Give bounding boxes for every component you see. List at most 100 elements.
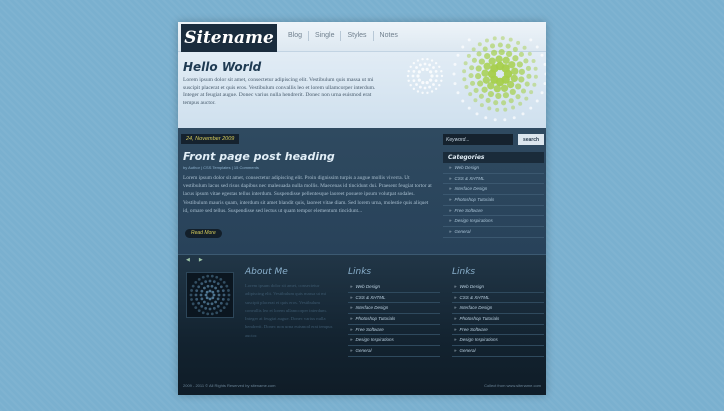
link-item[interactable]: » Free Software <box>452 325 544 336</box>
decorative-dot <box>461 99 465 103</box>
nav-styles[interactable]: Styles <box>341 31 374 41</box>
decorative-dot <box>495 55 503 63</box>
link-label: Web Design <box>459 284 484 289</box>
search-button[interactable]: search <box>518 134 544 145</box>
decorative-dot <box>505 50 513 58</box>
about-title: About Me <box>245 267 288 277</box>
decorative-dot <box>190 298 193 301</box>
decorative-dot <box>487 90 495 98</box>
decorative-dot <box>525 65 532 71</box>
link-label: Design Inspirations <box>355 337 394 343</box>
decorative-dot <box>221 297 225 301</box>
decorative-dot <box>535 45 539 49</box>
decorative-dot <box>540 91 544 95</box>
category-item[interactable]: » Photoshop Tutorials <box>443 195 544 206</box>
decorative-dot <box>222 281 226 284</box>
category-item[interactable]: » General <box>443 227 544 238</box>
decorative-dot <box>210 302 214 306</box>
decorative-dot <box>544 72 546 76</box>
decorative-dot <box>508 98 514 104</box>
decorative-dot <box>429 70 433 74</box>
decorative-dot <box>227 289 230 292</box>
decorative-dot <box>434 61 438 65</box>
decorative-dot <box>487 106 492 111</box>
decorative-dot <box>518 51 524 58</box>
decorative-dot <box>216 282 220 286</box>
credit[interactable]: Collect from www.sitename.com <box>484 383 541 388</box>
arrow-icon: » <box>350 316 353 322</box>
decorative-dot <box>467 106 471 110</box>
arrow-icon: » <box>350 305 353 311</box>
decorative-dot <box>416 90 420 93</box>
decorative-dot <box>438 65 441 69</box>
decorative-dot <box>205 296 209 300</box>
post-heading[interactable]: Front page post heading <box>183 150 335 163</box>
link-item[interactable]: » Interface Design <box>348 303 440 315</box>
category-item[interactable]: » Free Software <box>443 206 544 217</box>
prev-arrow-icon[interactable]: ◀ <box>186 257 190 263</box>
decorative-dot <box>205 290 209 294</box>
decorative-dot <box>467 38 471 42</box>
link-item[interactable]: » Free Software <box>348 325 440 336</box>
category-item[interactable]: » Interface Design <box>443 184 544 196</box>
decorative-dot <box>200 304 204 308</box>
next-arrow-icon[interactable]: ▶ <box>199 257 203 263</box>
category-item[interactable]: » Web Design <box>443 163 544 174</box>
links-title: Links <box>452 267 476 277</box>
decorative-dot <box>452 72 456 76</box>
decorative-dot <box>512 46 518 52</box>
decorative-dot <box>466 53 471 58</box>
categories-title: Categories <box>443 152 544 163</box>
arrow-icon: » <box>350 337 353 343</box>
decorative-dot <box>412 87 416 91</box>
decorative-dot <box>197 285 201 289</box>
decorative-dot <box>219 277 223 281</box>
link-item[interactable]: » Interface Design <box>452 303 544 315</box>
decorative-dot <box>438 83 441 87</box>
arrow-icon: » <box>454 337 457 343</box>
decorative-dot <box>535 99 539 103</box>
decorative-dot <box>225 302 229 306</box>
arrow-icon: » <box>449 165 452 170</box>
search-input[interactable] <box>443 134 513 145</box>
read-more-button[interactable]: Read More <box>185 229 222 238</box>
decorative-dot <box>498 48 505 56</box>
decorative-dot <box>216 289 220 293</box>
nav-blog[interactable]: Blog <box>282 31 310 41</box>
decorative-dot <box>485 97 491 104</box>
decorative-dot <box>216 304 220 308</box>
link-item[interactable]: » Web Design <box>452 282 544 293</box>
nav-single[interactable]: Single <box>309 31 342 41</box>
decorative-dot <box>430 74 434 78</box>
decorative-dot <box>211 290 215 294</box>
link-item[interactable]: » CSS & XHTML <box>452 293 544 304</box>
decorative-dot <box>493 100 499 106</box>
category-item[interactable]: » Design Inspirations <box>443 216 544 228</box>
site-logo[interactable]: Sitename <box>181 24 277 52</box>
link-item[interactable]: » General <box>452 346 544 357</box>
category-label: General <box>454 229 471 235</box>
decorative-dot <box>204 306 208 310</box>
decorative-dot <box>214 286 218 290</box>
link-item[interactable]: » CSS & XHTML <box>348 293 440 304</box>
slider-arrows: ◀ ▶ <box>186 257 212 263</box>
link-item[interactable]: » Design Inspirations <box>348 335 440 347</box>
link-item[interactable]: » Photoshop Tutorials <box>348 314 440 325</box>
decorative-dot <box>481 69 489 77</box>
decorative-dot <box>426 91 429 95</box>
decorative-dot <box>425 67 429 71</box>
hero-text: Lorem ipsum dolor sit amet, consectetur … <box>183 77 376 106</box>
decorative-dot <box>212 306 216 310</box>
decorative-dot <box>219 301 223 305</box>
decorative-dot <box>190 289 193 292</box>
decorative-dot <box>518 76 525 83</box>
link-item[interactable]: » Design Inspirations <box>452 335 544 347</box>
link-item[interactable]: » General <box>348 346 440 357</box>
decorative-dot <box>208 279 212 283</box>
link-item[interactable]: » Web Design <box>348 282 440 293</box>
category-item[interactable]: » CSS & XHTML <box>443 174 544 185</box>
link-item[interactable]: » Photoshop Tutorials <box>452 314 544 325</box>
link-label: General <box>355 348 372 354</box>
decorative-dot <box>423 62 427 66</box>
decorative-dot <box>219 309 223 313</box>
